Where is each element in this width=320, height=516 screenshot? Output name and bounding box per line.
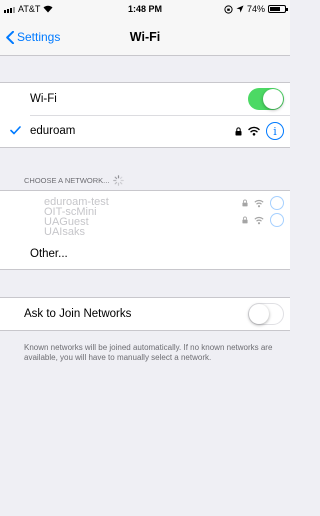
ask-join-row: Ask to Join Networks (0, 298, 290, 330)
ask-join-description: Known networks will be joined automatica… (24, 343, 273, 362)
connected-network-icons: i (235, 122, 284, 140)
battery-icon (268, 5, 288, 13)
wifi-label: Wi-Fi (30, 93, 57, 105)
ask-join-toggle[interactable] (248, 303, 284, 325)
network-icons (242, 213, 284, 227)
wifi-signal-icon (254, 216, 264, 224)
connected-network-name: eduroam (30, 125, 76, 137)
page-title: Wi-Fi (129, 30, 161, 44)
other-label: Other... (30, 248, 68, 260)
choose-network-header: CHOOSE A NETWORK... (24, 175, 125, 186)
toggle-knob (263, 89, 283, 109)
network-list-animating: eduroam-test OIT-scMini UAGuest UAIsaks (0, 191, 290, 239)
ask-join-group: Ask to Join Networks (0, 297, 290, 331)
network-list: eduroam-test OIT-scMini UAGuest UAIsaks (0, 190, 290, 270)
wifi-row: Wi-Fi (0, 83, 290, 115)
wifi-signal-icon (254, 199, 264, 207)
section-title: CHOOSE A NETWORK... (24, 176, 110, 185)
battery-percent: 74% (246, 4, 265, 14)
info-icon[interactable] (270, 196, 284, 210)
orientation-lock-icon (224, 4, 233, 14)
network-name[interactable]: UAIsaks (44, 227, 85, 238)
network-icons (242, 196, 284, 210)
info-icon[interactable]: i (266, 122, 284, 140)
wifi-toggle[interactable] (248, 88, 284, 110)
toggle-knob (249, 304, 269, 324)
location-icon (236, 5, 244, 13)
info-icon[interactable] (270, 213, 284, 227)
navigation-bar: Settings Wi-Fi (0, 20, 290, 56)
lock-icon (242, 199, 248, 207)
connected-network-row[interactable]: eduroam i (0, 115, 290, 147)
loading-spinner-icon (113, 175, 125, 186)
lock-icon (242, 216, 248, 224)
other-network-row[interactable]: Other... (0, 239, 290, 269)
status-bar: AT&T 1:48 PM 74% (0, 0, 290, 20)
checkmark-icon (10, 126, 21, 135)
lock-icon (235, 126, 242, 135)
wifi-signal-icon (248, 126, 260, 136)
ask-join-label: Ask to Join Networks (24, 308, 132, 320)
status-right: 74% (224, 4, 288, 14)
wifi-group: Wi-Fi eduroam i (0, 82, 290, 148)
